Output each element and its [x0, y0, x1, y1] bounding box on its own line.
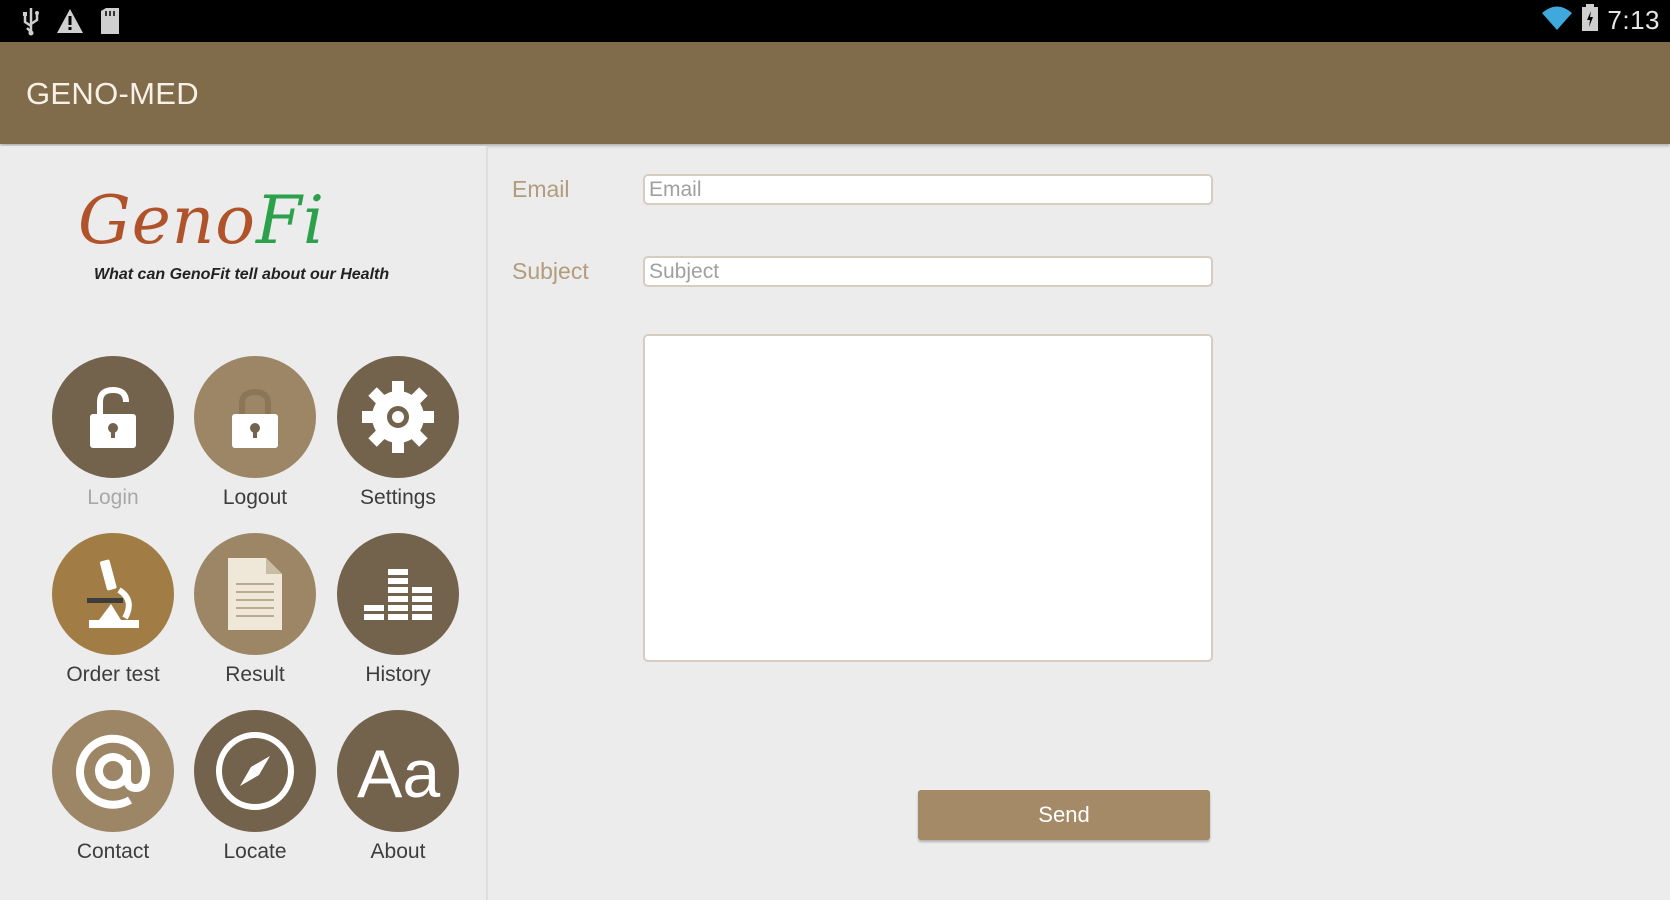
send-button[interactable]: Send	[918, 790, 1210, 840]
microscope-icon	[52, 533, 174, 655]
left-menu-panel: GenoFi What can GenoFit tell about our H…	[0, 146, 488, 900]
compass-icon	[194, 710, 316, 832]
message-textarea[interactable]	[643, 334, 1213, 662]
email-field[interactable]	[643, 174, 1213, 205]
battery-icon	[1581, 4, 1599, 37]
menu-result-label: Result	[225, 663, 285, 686]
menu-login-button[interactable]: Login	[42, 356, 182, 516]
warning-icon	[56, 8, 84, 39]
menu-contact-button[interactable]: Contact	[42, 710, 182, 870]
menu-contact-label: Contact	[76, 840, 150, 863]
svg-text:Aa: Aa	[357, 736, 440, 811]
gear-icon	[337, 356, 459, 478]
email-label: Email	[512, 176, 570, 202]
subject-label: Subject	[512, 258, 589, 284]
logo-text-geno: Geno	[78, 182, 257, 259]
menu-result-button[interactable]: Result	[184, 533, 324, 693]
menu-about-button[interactable]: Aa About	[327, 710, 467, 870]
status-bar: 7:13	[0, 0, 1670, 42]
menu-settings-label: Settings	[360, 486, 436, 509]
menu-login-label: Login	[87, 486, 139, 509]
menu-about-label: About	[370, 840, 426, 863]
logo-text-fi: Fi	[256, 182, 325, 259]
menu-settings-button[interactable]: Settings	[327, 356, 467, 516]
menu-order-test-button[interactable]: Order test	[42, 533, 182, 693]
wifi-icon	[1541, 5, 1573, 36]
menu-locate-label: Locate	[223, 840, 287, 863]
usb-icon	[22, 6, 40, 41]
document-icon	[194, 533, 316, 655]
logo-wordmark: GenoFi	[78, 182, 325, 259]
logo-tagline: What can GenoFit tell about our Health	[94, 266, 390, 283]
app-title: GENO-MED	[26, 76, 199, 111]
sd-card-icon	[100, 8, 120, 39]
status-left-icons	[22, 6, 120, 41]
menu-history-button[interactable]: History	[327, 533, 467, 693]
lock-icon	[194, 356, 316, 478]
menu-logout-button[interactable]: Logout	[184, 356, 324, 516]
at-icon	[52, 710, 174, 832]
action-bar: GENO-MED	[0, 42, 1670, 144]
bar-chart-icon	[337, 533, 459, 655]
clock: 7:13	[1607, 5, 1660, 35]
subject-field[interactable]	[643, 256, 1213, 287]
contact-form: Email Subject Send	[488, 146, 1670, 900]
menu-history-label: History	[365, 663, 431, 686]
text-aa-icon: Aa	[337, 710, 459, 832]
menu-logout-label: Logout	[222, 486, 288, 509]
menu-order-test-label: Order test	[66, 663, 160, 686]
status-right-icons: 7:13	[1541, 4, 1660, 37]
unlock-icon	[52, 356, 174, 478]
menu-locate-button[interactable]: Locate	[184, 710, 324, 870]
